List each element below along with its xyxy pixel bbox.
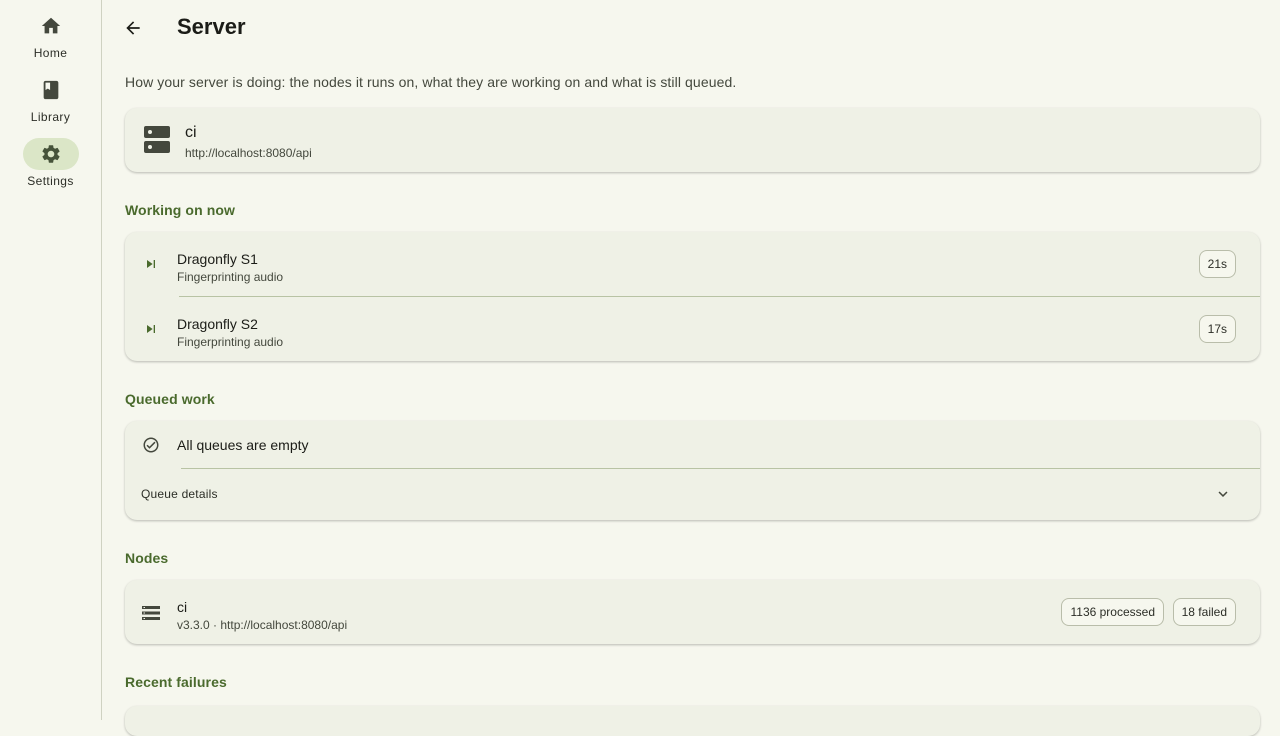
node-name: ci xyxy=(177,599,188,615)
job-status: Fingerprinting audio xyxy=(177,335,284,349)
storage-icon xyxy=(142,605,160,621)
section-title-queued: Queued work xyxy=(125,391,215,407)
gear-icon xyxy=(22,138,79,170)
skip-next-icon xyxy=(143,321,159,337)
nav-item-settings[interactable]: Settings xyxy=(6,138,96,202)
elapsed-chip: 17s xyxy=(1198,315,1236,343)
main-content: Server How your server is doing: the nod… xyxy=(103,0,1280,736)
server-icon xyxy=(144,126,170,153)
queue-card: All queues are empty Queue details xyxy=(125,421,1260,520)
queue-empty-text: All queues are empty xyxy=(177,437,309,453)
processed-chip: 1136 processed xyxy=(1061,598,1164,626)
book-icon xyxy=(23,74,79,106)
arrow-back-icon xyxy=(126,21,140,35)
back-button[interactable] xyxy=(117,12,149,44)
job-title: Dragonfly S1 xyxy=(177,251,258,267)
skip-next-icon xyxy=(143,256,159,272)
queue-details-expander[interactable]: Queue details xyxy=(125,469,1260,520)
nodes-card: ci v3.3.0 · http://localhost:8080/api 11… xyxy=(125,580,1260,644)
job-row[interactable]: Dragonfly S2 Fingerprinting audio 17s xyxy=(125,297,1260,361)
check-circle-icon xyxy=(142,436,160,454)
page-title: Server xyxy=(177,14,246,39)
job-status: Fingerprinting audio xyxy=(177,270,284,284)
node-row[interactable]: ci v3.3.0 · http://localhost:8080/api 11… xyxy=(125,580,1260,644)
working-card: Dragonfly S1 Fingerprinting audio 21s Dr… xyxy=(125,232,1260,361)
top-app-bar: Server xyxy=(103,0,1280,56)
navigation-rail: Home Library Settings xyxy=(0,0,102,720)
server-url: http://localhost:8080/api xyxy=(185,146,312,160)
nav-item-home[interactable]: Home xyxy=(6,10,96,74)
home-icon xyxy=(23,10,79,42)
nav-item-library[interactable]: Library xyxy=(6,74,96,138)
nav-label: Settings xyxy=(27,174,74,188)
section-title-failures: Recent failures xyxy=(125,674,227,690)
failed-chip: 18 failed xyxy=(1172,598,1236,626)
server-card: ci http://localhost:8080/api xyxy=(125,108,1260,172)
nav-label: Home xyxy=(33,46,68,60)
failures-card xyxy=(125,706,1260,736)
chevron-down-icon xyxy=(1214,485,1232,503)
section-title-nodes: Nodes xyxy=(125,550,169,566)
queue-details-label: Queue details xyxy=(141,487,218,501)
elapsed-chip: 21s xyxy=(1198,250,1236,278)
page-description: How your server is doing: the nodes it r… xyxy=(125,74,737,90)
job-row[interactable]: Dragonfly S1 Fingerprinting audio 21s xyxy=(125,232,1260,296)
section-title-working: Working on now xyxy=(125,202,236,218)
nav-label: Library xyxy=(30,110,71,124)
job-title: Dragonfly S2 xyxy=(177,316,258,332)
server-name: ci xyxy=(185,124,197,141)
node-meta: v3.3.0 · http://localhost:8080/api xyxy=(177,618,348,632)
